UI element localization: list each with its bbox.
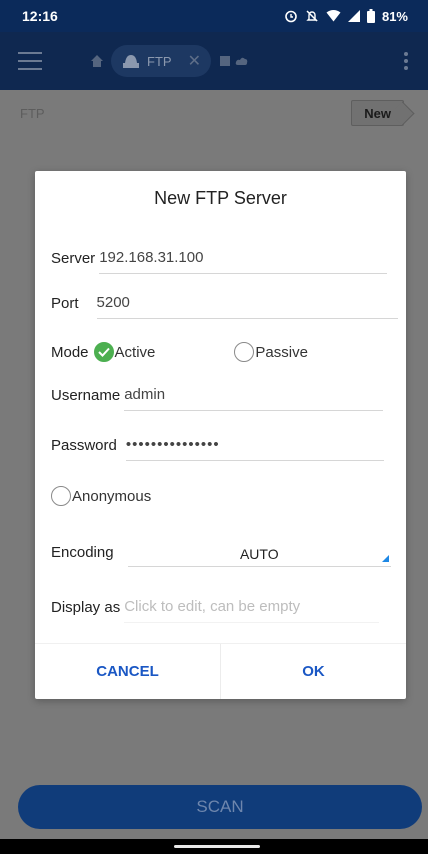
mode-row: Mode Active Passive — [51, 339, 391, 365]
port-label: Port — [51, 295, 79, 312]
password-field[interactable]: ••••••••••••••• — [125, 429, 384, 461]
anonymous-row[interactable]: Anonymous — [51, 484, 151, 508]
username-row: Username admin — [51, 377, 384, 411]
port-value: 5200 — [96, 294, 130, 311]
radio-unchecked-icon — [51, 486, 71, 506]
encoding-select[interactable]: AUTO — [127, 537, 391, 567]
wifi-icon — [326, 10, 341, 22]
status-bar: 12:16 81% — [0, 0, 428, 32]
encoding-row: Encoding AUTO — [51, 537, 391, 567]
anonymous-label: Anonymous — [72, 487, 152, 505]
server-value: 192.168.31.100 — [99, 249, 204, 266]
password-value: ••••••••••••••• — [125, 436, 220, 453]
battery-percent: 81% — [381, 8, 408, 24]
battery-icon — [366, 9, 375, 23]
cancel-button[interactable]: CANCEL — [35, 644, 220, 699]
new-button[interactable]: New — [351, 100, 404, 126]
home-icon[interactable] — [89, 53, 105, 69]
password-label: Password — [51, 437, 117, 454]
port-row: Port 5200 — [51, 285, 398, 319]
status-icons: 81% — [284, 9, 408, 24]
breadcrumb-row: FTP New — [0, 90, 428, 136]
signal-icon — [347, 10, 360, 22]
encoding-label: Encoding — [51, 543, 114, 561]
display-as-label: Display as — [51, 599, 121, 616]
password-row: Password ••••••••••••••• — [51, 427, 384, 461]
dialog-title: New FTP Server — [154, 188, 287, 208]
username-value: admin — [124, 386, 166, 403]
overflow-icon[interactable] — [404, 52, 408, 70]
new-ftp-server-dialog: New FTP Server Server 192.168.31.100 Por… — [35, 171, 406, 699]
mode-passive-label: Passive — [255, 343, 308, 361]
mode-label: Mode — [51, 343, 89, 361]
mode-active-radio[interactable]: Active — [93, 342, 156, 362]
scan-button[interactable]: SCAN — [18, 785, 422, 829]
menu-icon[interactable] — [18, 52, 42, 70]
port-field[interactable]: 5200 — [96, 287, 398, 319]
mode-passive-radio[interactable]: Passive — [234, 342, 308, 362]
mute-icon — [306, 10, 318, 22]
tab-ftp-label: FTP — [147, 53, 172, 69]
tab-ftp[interactable]: FTP ✕ — [111, 45, 211, 77]
scan-button-label: SCAN — [196, 797, 244, 816]
radio-unchecked-icon — [234, 342, 255, 362]
alarm-icon — [285, 10, 297, 23]
ok-button-label: OK — [302, 663, 325, 680]
server-field[interactable]: 192.168.31.100 — [99, 242, 388, 274]
system-nav-bar — [0, 839, 428, 854]
status-time: 12:16 — [22, 8, 58, 24]
breadcrumb[interactable]: FTP — [20, 106, 45, 121]
cancel-button-label: CANCEL — [96, 663, 159, 680]
sd-card-icon[interactable] — [219, 55, 231, 67]
server-label: Server — [51, 250, 96, 267]
username-label: Username — [51, 387, 121, 404]
home-handle[interactable] — [174, 845, 260, 848]
new-button-label: New — [364, 105, 391, 121]
display-as-row: Display as Click to edit, can be empty — [51, 589, 380, 623]
server-row: Server 192.168.31.100 — [51, 240, 388, 274]
username-field[interactable]: admin — [124, 379, 384, 411]
encoding-value: AUTO — [239, 545, 279, 562]
app-toolbar: FTP ✕ — [0, 32, 428, 90]
mode-active-label: Active — [114, 343, 156, 361]
cloud-icon[interactable] — [235, 55, 249, 67]
ftp-icon — [123, 55, 139, 68]
display-as-field[interactable]: Click to edit, can be empty — [124, 591, 380, 623]
anonymous-checkbox[interactable]: Anonymous — [51, 486, 151, 506]
dialog-actions: CANCEL OK — [35, 643, 406, 699]
dropdown-corner-icon — [382, 555, 389, 562]
display-as-placeholder: Click to edit, can be empty — [124, 598, 301, 615]
ok-button[interactable]: OK — [221, 644, 406, 699]
close-icon[interactable]: ✕ — [188, 51, 201, 71]
check-icon — [93, 342, 114, 362]
